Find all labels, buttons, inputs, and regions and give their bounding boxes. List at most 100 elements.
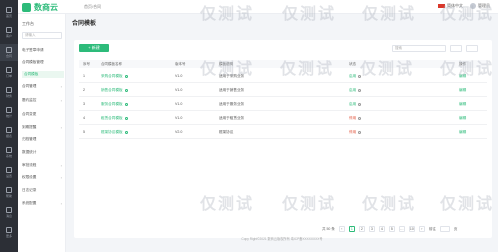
page-number-button[interactable]: 1 [348,226,355,232]
rail-item-10[interactable]: 消息 [0,204,18,221]
page-number-button[interactable]: 5 [388,226,395,232]
row-version: V1.0 [175,88,182,92]
toggle-icon[interactable] [358,88,362,92]
row-edit-link[interactable]: 编辑 [459,88,466,93]
page-number-button[interactable]: … [398,226,405,232]
sidebar-item-label: 审批流程 [22,163,37,167]
language-switch[interactable]: 简体中文 [438,3,463,9]
sidebar-item[interactable]: 电子签章申请 [22,47,64,54]
list-icon [6,67,12,73]
page-number-button[interactable]: 10 [408,226,415,232]
user-icon [6,27,12,33]
rail-item-6[interactable]: 报表 [0,124,18,141]
sidebar-item[interactable]: 系统配置 › [22,200,64,207]
row-description: 框架协议 [219,130,233,135]
row-status-text: 启用 [349,102,357,106]
row-number: 4 [83,116,85,120]
sidebar-item[interactable]: 履约监控 › [22,97,64,104]
rail-item-3[interactable]: 订单 [0,64,18,81]
rail-item-7[interactable]: 系统 [0,144,18,161]
row-edit-link[interactable]: 编辑 [459,130,466,135]
row-edit-link[interactable]: 编辑 [459,102,466,107]
rail-item-label: 客户 [5,34,12,38]
info-icon [124,74,128,78]
sidebar-item[interactable]: 到期提醒 › [22,124,64,131]
chevron-right-icon: › [60,201,62,206]
toggle-icon[interactable] [358,74,362,78]
template-name-link-text: 销售合同模板 [101,88,123,92]
sidebar-item[interactable]: 归档管理 [22,136,64,143]
row-version: V1.0 [175,116,182,120]
table-row: 4 租赁合同模板 V1.0 适用于租赁业务 停用 编辑 [79,112,487,125]
user-menu[interactable]: 管理员 [470,3,490,9]
sidebar-item-label: 系统配置 [22,201,37,205]
info-icon [124,88,128,92]
row-edit-link-text: 编辑 [459,88,467,92]
next-page-button[interactable]: › [418,226,425,232]
sidebar-item-label: 履约监控 [22,98,37,102]
page-number-button[interactable]: 3 [368,226,375,232]
sidebar-item[interactable]: 数据统计 [22,149,64,156]
rail-item-5[interactable]: 统计 [0,104,18,121]
template-name-link[interactable]: 采购合同模板 [101,74,128,79]
bell-icon [6,207,12,213]
goto-page-input[interactable] [439,226,450,232]
search-input[interactable]: 搜索 [392,45,446,52]
pagination: 共 50 条 ‹ 1 2 3 4 5… 10 › 前往 页 [322,226,461,232]
row-edit-link[interactable]: 编辑 [459,74,466,79]
sidebar-item-label: 日志记录 [22,188,37,192]
row-status: 停用 [349,130,362,135]
row-description-text: 适用于采购业务 [219,74,245,78]
row-edit-link[interactable]: 编辑 [459,116,466,121]
page-number-button[interactable]: 2 [358,226,365,232]
prev-page-button[interactable]: ‹ [338,226,345,232]
sidebar-item[interactable]: 合同模板管理 [22,59,64,66]
row-description-text: 适用于租赁业务 [219,116,245,120]
sidebar-item[interactable]: 权限设置 › [22,174,64,181]
info-icon [124,116,128,120]
page-number-button[interactable]: 4 [378,226,385,232]
info-icon [124,130,128,134]
chevron-right-icon: › [60,125,62,130]
row-number: 5 [83,130,85,134]
template-name-link[interactable]: 租赁合同模板 [101,116,128,121]
sidebar-search-input[interactable]: 请输入 [22,32,62,39]
rail-item-4[interactable]: 财务 [0,84,18,101]
add-button[interactable]: + 新建 [79,44,109,52]
row-edit-link-text: 编辑 [459,116,467,120]
sidebar-item[interactable]: 日志记录 [22,187,64,194]
rail-item-8[interactable]: 设置 [0,164,18,181]
row-number-text: 3 [83,102,85,106]
rail-item-1[interactable]: 客户 [0,24,18,41]
filter-button[interactable] [450,45,462,52]
rail-item-11[interactable]: 更多 [0,224,18,241]
top-bar: 数商云 首页/合同 简体中文 管理员 [18,0,498,14]
row-version-text: V1.0 [175,116,183,120]
toggle-icon[interactable] [358,130,362,134]
template-name-link[interactable]: 框架协议模板 [101,130,128,135]
doc-icon [6,47,12,53]
template-name-link[interactable]: 服务合同模板 [101,102,128,107]
more-button[interactable] [466,45,478,52]
toggle-icon[interactable] [358,102,362,106]
sidebar-item[interactable]: 合同变更 [22,111,64,118]
rail-item-9[interactable]: 帮助 [0,184,18,201]
rail-item-0[interactable]: 首页 [0,4,18,21]
wallet-icon [6,87,12,93]
toggle-icon[interactable] [358,116,362,120]
sidebar-item[interactable]: 审批流程 › [22,162,64,169]
row-status-text: 启用 [349,88,357,92]
sidebar-item[interactable]: 合同管理 › [22,83,64,90]
help-icon [6,187,12,193]
rail-item-label: 首页 [5,14,12,18]
row-description: 适用于采购业务 [219,74,244,79]
column-header: 序号 [83,62,90,66]
row-version: V1.0 [175,74,182,78]
sidebar-item[interactable]: 合同模板 [22,71,64,78]
rail-item-2[interactable]: 合同 [0,44,18,61]
row-number-text: 4 [83,116,85,120]
sidebar-title: 工作台 [22,21,34,26]
template-name-link[interactable]: 销售合同模板 [101,88,128,93]
logo[interactable]: 数商云 [22,2,58,13]
breadcrumb[interactable]: 首页/合同 [84,4,101,10]
